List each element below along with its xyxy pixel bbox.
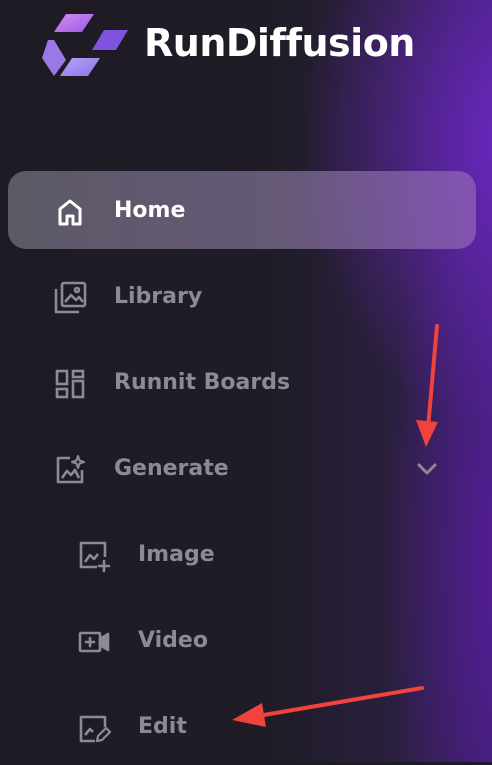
library-icon (52, 280, 88, 316)
sidebar-item-label: Generate (114, 455, 229, 481)
sidebar-item-label: Library (114, 283, 203, 309)
sidebar-item-video[interactable]: Video (8, 601, 476, 679)
home-icon (52, 194, 88, 230)
sidebar-item-label: Runnit Boards (114, 369, 291, 395)
sidebar-item-label: Image (138, 541, 215, 567)
video-camera-icon (76, 624, 112, 660)
sidebar-nav: Home Library Runnit Boards Generate Imag… (0, 0, 492, 762)
sidebar-item-image[interactable]: Image (8, 515, 476, 593)
sidebar-item-edit[interactable]: Edit (8, 687, 476, 765)
sidebar-item-library[interactable]: Library (8, 257, 476, 335)
sidebar-item-label: Video (138, 627, 208, 653)
image-plus-icon (76, 538, 112, 574)
sparkle-image-icon (52, 452, 88, 488)
sidebar-item-generate[interactable]: Generate (8, 429, 476, 507)
sidebar-item-home[interactable]: Home (8, 171, 476, 249)
sidebar-item-label: Home (114, 197, 186, 223)
sidebar-item-label: Edit (138, 713, 187, 739)
sidebar-item-runnit-boards[interactable]: Runnit Boards (8, 343, 476, 421)
image-edit-icon (76, 710, 112, 746)
chevron-down-icon[interactable] (413, 455, 441, 483)
boards-grid-icon (52, 366, 88, 402)
